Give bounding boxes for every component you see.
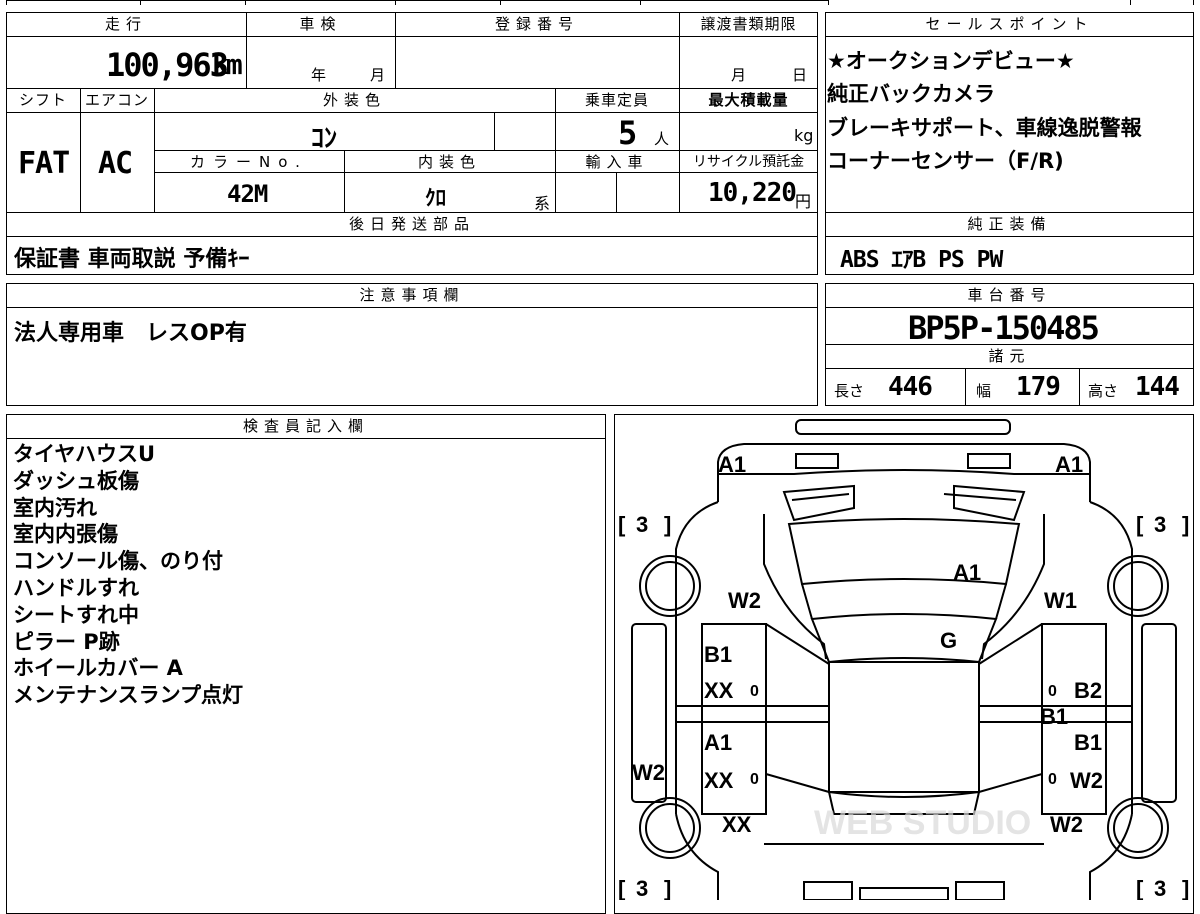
aircon-header: エアコン [84, 91, 149, 109]
tire-rl-value: 3 [636, 876, 648, 900]
mark-windshield: G [940, 628, 957, 653]
sales-point-line: ブレーキサポート、車線逸脱警報 [827, 116, 1142, 140]
notes-value: 法人専用車 レスOP有 [14, 321, 247, 346]
inspector-line: 室内汚れ [13, 495, 97, 520]
inspection-year-label: 年 [311, 66, 327, 84]
shift-value: FAT [18, 146, 70, 181]
later-parts-value: 保証書 車両取説 予備ｷｰ [14, 247, 250, 272]
tire-rl-mark: [ [618, 876, 626, 900]
mark-door-rr-2: W2 [1070, 768, 1103, 793]
tire-rr-mark: [ [1136, 876, 1144, 900]
inspector-line: メンテナンスランプ点灯 [13, 683, 243, 708]
inspector-line: 室内内張傷 [13, 522, 118, 547]
mileage-value: 100,963 [106, 46, 229, 84]
exterior-color-header: 外装色 [322, 91, 386, 109]
mark-rear-left: XX [722, 812, 752, 837]
spec-width-label: 幅 [976, 382, 992, 400]
mileage-unit: km [212, 48, 243, 81]
inspection-month-label: 月 [370, 66, 386, 84]
tire-rr-value: 3 [1154, 876, 1166, 900]
max-load-unit: kg [794, 126, 814, 145]
inspector-header: 検査員記入欄 [242, 417, 369, 435]
recycle-header: リサイクル預託金 [692, 154, 805, 170]
capacity-unit: 人 [654, 130, 670, 148]
inspector-list: タイヤハウスU ダッシュ板傷 室内汚れ 室内内張傷 コンソール傷、のり付 ハンド… [13, 441, 243, 709]
later-parts-header: 後日発送部品 [348, 215, 475, 233]
shift-header: シフト [18, 91, 67, 109]
inspector-line: ホイールカバー A [13, 656, 183, 681]
registration-header: 登録番号 [494, 15, 579, 33]
tire-fl-mark: [ [618, 512, 626, 537]
transfer-day-label: 日 [792, 66, 808, 84]
exterior-color-value: ｺﾝ [311, 124, 338, 154]
color-no-value: 42M [227, 180, 268, 208]
transfer-deadline-header: 譲渡書類期限 [700, 15, 797, 33]
watermark: WEB STUDIO [814, 804, 1031, 842]
mark-hood: A1 [953, 560, 981, 585]
chassis-value: BP5P-150485 [908, 309, 1100, 347]
recycle-unit: 円 [795, 192, 812, 211]
tire-fr-value: 3 [1154, 512, 1166, 537]
inspector-line: ハンドルすれ [13, 575, 139, 600]
mark-door-fr-2: B1 [1040, 704, 1068, 729]
mark-door-rr-1: B1 [1074, 730, 1102, 755]
capacity-value: 5 [618, 114, 638, 152]
import-header: 輸入車 [585, 153, 649, 171]
mark-door-fr-1: B2 [1074, 678, 1102, 703]
mark-door-rl-2: XX [704, 768, 734, 793]
inspector-line: ピラー P跡 [13, 629, 120, 654]
mark-fender-left: W2 [728, 588, 761, 613]
aircon-value: AC [98, 146, 133, 181]
mark-door-fl-2: XX [704, 678, 734, 703]
chassis-header: 車台番号 [967, 286, 1052, 304]
spec-height-label: 高さ [1088, 382, 1119, 400]
mark-front-right: A1 [1055, 452, 1083, 477]
mark-mirror-rr: 0 [1048, 771, 1057, 788]
spec-length-value: 446 [888, 372, 933, 402]
tire-rr-mark-close: ] [1182, 876, 1189, 900]
inspection-header: 車検 [299, 15, 342, 33]
mark-mirror-fl: 0 [750, 683, 759, 700]
factory-equipment-header: 純正装備 [967, 215, 1052, 233]
spec-height-value: 144 [1135, 372, 1180, 402]
interior-color-suffix: 系 [534, 194, 551, 213]
tire-fr-mark-close: ] [1182, 512, 1189, 537]
mark-rear-right: W2 [1050, 812, 1083, 837]
mark-front-left: A1 [718, 452, 746, 477]
interior-color-value: ｸﾛ [425, 186, 446, 210]
mark-sill-left: W2 [632, 760, 665, 785]
sales-points-header: セールスポイント [925, 15, 1094, 33]
sales-point-line: ★オークションデビュー★ [827, 49, 1075, 73]
mark-mirror-rl: 0 [750, 771, 759, 788]
tire-fl-mark-close: ] [664, 512, 671, 537]
mark-door-fl-1: B1 [704, 642, 732, 667]
mark-fender-right: W1 [1044, 588, 1077, 613]
specs-header: 諸元 [988, 347, 1031, 365]
factory-equipment-value: ABS ｴｱB PS PW [840, 247, 1003, 273]
recycle-value: 10,220 [708, 178, 797, 208]
mileage-header: 走行 [104, 15, 147, 33]
interior-color-header: 内装色 [417, 153, 481, 171]
tire-fl-value: 3 [636, 512, 648, 537]
tire-rl-mark-close: ] [664, 876, 671, 900]
mark-door-rl-1: A1 [704, 730, 732, 755]
color-no-header: カラーNo. [190, 153, 308, 171]
inspector-line: シートすれ中 [13, 602, 139, 627]
spec-width-value: 179 [1016, 372, 1061, 402]
transfer-month-label: 月 [731, 66, 747, 84]
notes-header: 注意事項欄 [359, 286, 465, 304]
capacity-header: 乗車定員 [584, 91, 649, 109]
car-diagram: [ 3 ] [ 3 ] [ 3 ] [ 3 ] A1 A1 A1 G W2 W1… [618, 419, 1189, 900]
max-load-header: 最大積載量 [708, 91, 789, 109]
spec-length-label: 長さ [834, 382, 865, 400]
tire-fr-mark: [ [1136, 512, 1144, 537]
inspector-line: コンソール傷、のり付 [13, 549, 223, 574]
sales-point-line: 純正バックカメラ [827, 82, 995, 106]
inspector-line: タイヤハウスU [13, 442, 156, 466]
mark-mirror-fr: 0 [1048, 683, 1057, 700]
sales-point-line: コーナーセンサー（F/R) [827, 149, 1064, 173]
inspector-line: ダッシュ板傷 [13, 468, 139, 493]
